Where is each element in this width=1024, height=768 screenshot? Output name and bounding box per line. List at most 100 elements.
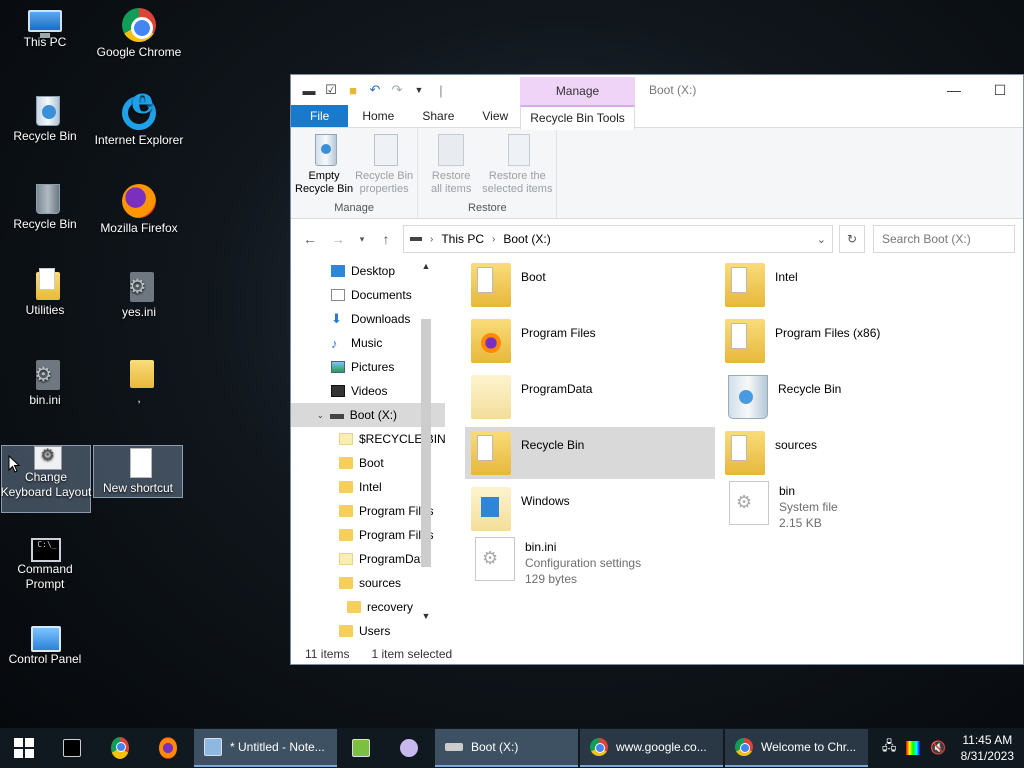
file-item-programdata[interactable]: ProgramData xyxy=(465,371,715,423)
taskbar-pin-paint[interactable] xyxy=(385,728,433,768)
desktop-icon-control-panel[interactable]: Control Panel xyxy=(0,620,90,704)
recycle-bin-properties-button[interactable]: Recycle Bin properties xyxy=(355,132,413,200)
expand-chevron-icon[interactable]: ⌄ xyxy=(317,411,324,420)
desktop-icon-firefox[interactable]: Mozilla Firefox xyxy=(94,180,184,264)
item-name: Windows xyxy=(521,494,570,509)
item-name: Boot xyxy=(521,270,546,285)
tab-view[interactable]: View xyxy=(468,105,522,127)
desktop-icon-internet-explorer[interactable]: Internet Explorer xyxy=(94,92,184,176)
customize-qat-chevron-icon[interactable]: ▼ xyxy=(411,82,427,98)
drive-icon xyxy=(445,743,463,751)
recent-locations-chevron-icon[interactable]: ▾ xyxy=(355,234,369,245)
scroll-down-icon[interactable]: ▼ xyxy=(419,609,433,623)
file-item-program-files-x86[interactable]: Program Files (x86) xyxy=(719,315,969,367)
chrome-icon xyxy=(111,737,129,759)
firefox-icon xyxy=(159,737,177,759)
file-explorer-window: ▬ ☑ ■ ↶ ↷ ▼ | Manage Boot (X:) — ☐ File … xyxy=(290,74,1024,665)
network-icon[interactable]: 🖧 xyxy=(882,737,897,759)
desktop-icon-bin-ini[interactable]: bin.ini xyxy=(0,356,90,440)
item-type: Configuration settings xyxy=(525,556,642,571)
undo-icon[interactable]: ↶ xyxy=(367,82,383,98)
folder-icon xyxy=(339,505,353,518)
chrome-icon xyxy=(590,738,608,756)
color-picker-icon[interactable] xyxy=(906,741,921,755)
start-button[interactable] xyxy=(0,728,48,768)
refresh-button[interactable]: ↻ xyxy=(839,225,865,254)
drive-icon xyxy=(329,414,344,420)
desktop-icon-utilities[interactable]: Utilities xyxy=(0,268,90,352)
desktop-icon-chrome[interactable]: Google Chrome xyxy=(94,4,184,88)
item-name: bin xyxy=(779,484,796,499)
volume-muted-icon[interactable]: 🔇 xyxy=(930,740,946,756)
address-dropdown-icon[interactable]: ⌄ xyxy=(817,233,826,246)
desktop-icon-command-prompt[interactable]: C:\_ Command Prompt xyxy=(0,532,90,616)
scroll-thumb[interactable] xyxy=(421,319,431,568)
minimize-button[interactable]: — xyxy=(931,75,977,105)
file-item-recycle-bin-system[interactable]: Recycle Bin xyxy=(719,371,969,423)
restore-selected-items-button[interactable]: Restore the selected items xyxy=(482,132,552,200)
desktop-icon-comma-folder[interactable]: , xyxy=(94,356,184,440)
file-item-windows[interactable]: Windows xyxy=(465,483,715,535)
taskbar-task-google[interactable]: www.google.co... xyxy=(580,729,723,767)
desktop-icon-label: Google Chrome xyxy=(96,45,182,59)
nav-item-label: Intel xyxy=(359,480,382,495)
maximize-button[interactable]: ☐ xyxy=(977,75,1023,105)
empty-recycle-bin-button[interactable]: Empty Recycle Bin xyxy=(295,132,353,200)
restore-all-items-button[interactable]: Restore all items xyxy=(422,132,480,200)
folder-icon xyxy=(339,529,353,542)
tab-recycle-bin-tools[interactable]: Recycle Bin Tools xyxy=(520,105,635,130)
forward-button[interactable]: → xyxy=(327,231,349,247)
search-input[interactable]: Search Boot (X:) xyxy=(873,225,1015,254)
file-item-bin[interactable]: bin System file 2.15 KB xyxy=(719,477,969,537)
properties-icon[interactable]: ☑ xyxy=(323,82,339,98)
desktop-icon-new-shortcut[interactable]: New shortcut xyxy=(93,445,183,498)
clock[interactable]: 11:45 AM 8/31/2023 xyxy=(957,732,1014,764)
folder-windows-icon xyxy=(471,487,511,532)
taskbar-task-explorer[interactable]: Boot (X:) xyxy=(435,729,578,767)
taskbar-pin-editor[interactable] xyxy=(337,728,385,768)
file-item-intel[interactable]: Intel xyxy=(719,259,969,311)
desktop-icon-label: Recycle Bin xyxy=(13,129,77,143)
desktop-icon-this-pc[interactable]: This PC xyxy=(0,4,90,88)
up-button[interactable]: ↑ xyxy=(375,231,397,247)
folder-icon xyxy=(339,625,353,638)
desktop-icon-recycle-bin-2[interactable]: Recycle Bin xyxy=(0,180,90,264)
taskbar-pin-chrome[interactable] xyxy=(96,728,144,768)
file-item-program-files[interactable]: Program Files xyxy=(465,315,715,367)
taskbar-pin-command-prompt[interactable] xyxy=(48,728,96,768)
firefox-icon xyxy=(122,184,156,218)
address-bar[interactable]: › This PC › Boot (X:) ⌄ xyxy=(403,225,833,254)
redo-icon[interactable]: ↷ xyxy=(389,82,405,98)
item-name: Recycle Bin xyxy=(521,438,585,453)
properties-icon xyxy=(373,133,398,166)
nav-scrollbar[interactable]: ▲ ▼ xyxy=(419,259,433,623)
file-item-recycle-bin-folder[interactable]: Recycle Bin xyxy=(465,427,715,480)
desktop-icon-recycle-bin[interactable]: Recycle Bin xyxy=(0,92,90,176)
scroll-up-icon[interactable]: ▲ xyxy=(419,259,433,273)
breadcrumb-boot[interactable]: Boot (X:) xyxy=(503,232,550,246)
tab-file[interactable]: File xyxy=(291,105,349,127)
file-item-sources[interactable]: sources xyxy=(719,427,969,479)
desktop-icon-yes-ini[interactable]: yes.ini xyxy=(94,268,184,352)
breadcrumb-this-pc[interactable]: This PC xyxy=(441,232,484,246)
breadcrumb-chevron-icon[interactable]: › xyxy=(430,234,433,245)
taskbar-task-welcome-chrome[interactable]: Welcome to Chr... xyxy=(725,729,868,767)
taskbar-pin-firefox[interactable] xyxy=(144,728,192,768)
nav-item-label: Downloads xyxy=(351,312,411,327)
item-count: 11 items xyxy=(305,646,350,661)
settings-file-icon xyxy=(129,272,154,302)
explorer-body: Desktop Documents ⬇ Downloads ♪ Music Pict… xyxy=(291,259,1023,643)
folder-icon xyxy=(129,360,154,388)
taskbar-task-notepad[interactable]: * Untitled - Note... xyxy=(194,729,337,767)
qat-separator: | xyxy=(439,82,443,98)
nav-item-label: Documents xyxy=(351,288,412,303)
new-folder-icon[interactable]: ■ xyxy=(345,82,361,98)
breadcrumb-chevron-icon[interactable]: › xyxy=(492,234,495,245)
folder-firefox-icon xyxy=(471,319,511,364)
notepad-icon xyxy=(204,738,222,756)
file-item-bin-ini[interactable]: bin.ini Configuration settings 129 bytes xyxy=(465,533,715,593)
tab-home[interactable]: Home xyxy=(348,105,408,127)
back-button[interactable]: ← xyxy=(299,231,321,247)
file-item-boot[interactable]: Boot xyxy=(465,259,715,311)
tab-share[interactable]: Share xyxy=(408,105,468,127)
